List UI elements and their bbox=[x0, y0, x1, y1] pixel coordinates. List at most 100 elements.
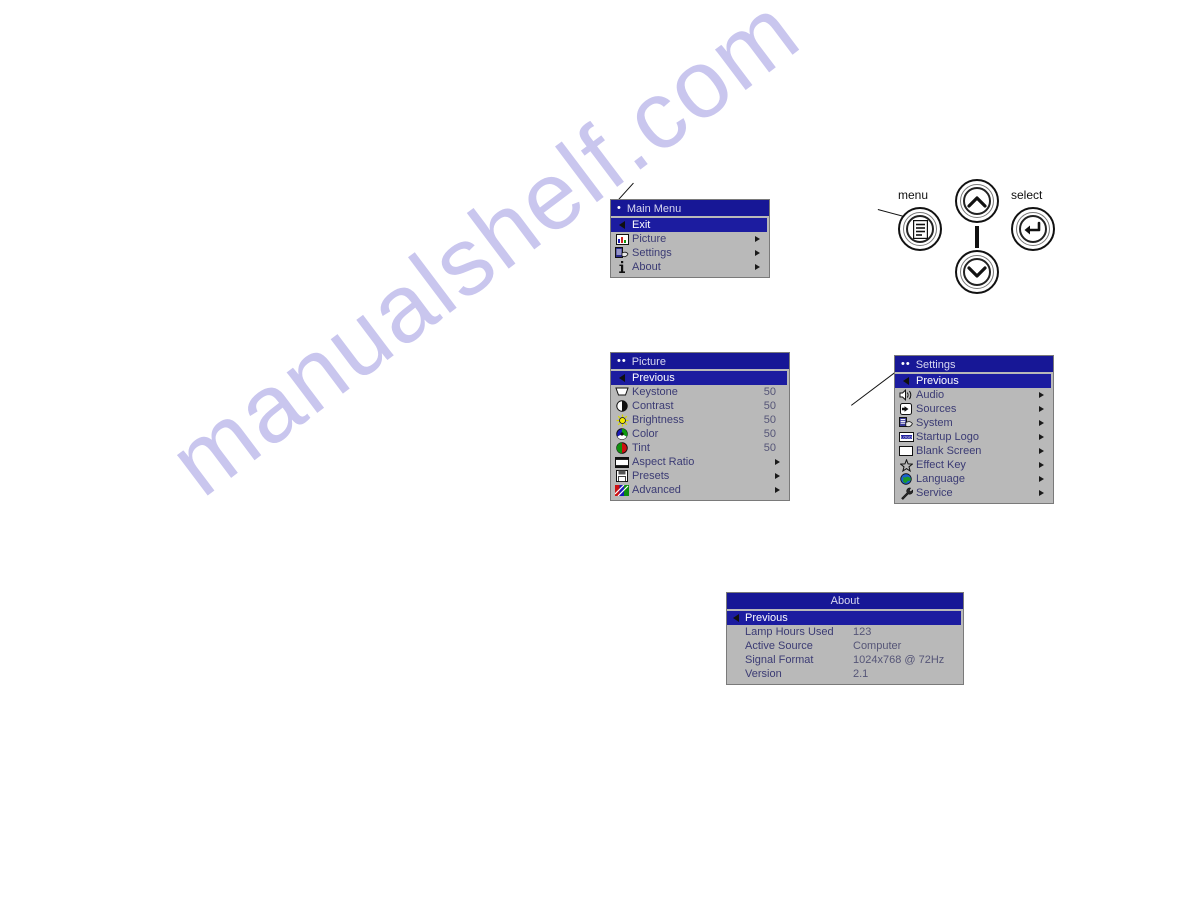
tint-icon bbox=[614, 442, 630, 454]
menu-button-label: menu bbox=[898, 188, 929, 202]
picture-menu-item-previous[interactable]: Previous bbox=[611, 371, 787, 385]
back-arrow-icon bbox=[898, 375, 914, 387]
main-menu-panel[interactable]: • Main Menu Exit Picture Settings About bbox=[610, 199, 770, 278]
picture-menu-item-value: 50 bbox=[763, 414, 776, 426]
settings-menu-item-audio[interactable]: Audio bbox=[895, 388, 1053, 402]
settings-menu-item-sources[interactable]: Sources bbox=[895, 402, 1053, 416]
settings-menu-panel[interactable]: •• Settings Previous Audio Sources Syste… bbox=[894, 355, 1054, 504]
settings-menu-title: Settings bbox=[915, 359, 956, 371]
menu-button[interactable] bbox=[898, 207, 942, 251]
picture-menu-item-label: Advanced bbox=[632, 484, 681, 496]
down-button[interactable] bbox=[955, 250, 999, 294]
title-dots: •• bbox=[901, 358, 911, 370]
about-menu-panel[interactable]: About Previous Lamp Hours Used 123 Activ… bbox=[726, 592, 964, 685]
picture-menu-item-value: 50 bbox=[763, 400, 776, 412]
main-menu-item-exit[interactable]: Exit bbox=[611, 218, 767, 232]
picture-menu-item-contrast[interactable]: Contrast 50 bbox=[611, 399, 789, 413]
aspect-ratio-icon bbox=[614, 456, 630, 468]
picture-menu-item-keystone[interactable]: Keystone 50 bbox=[611, 385, 789, 399]
picture-menu-item-aspect-ratio[interactable]: Aspect Ratio bbox=[611, 455, 789, 469]
select-button[interactable] bbox=[1011, 207, 1055, 251]
chevron-right-icon bbox=[1039, 490, 1044, 496]
picture-menu-items: Previous Keystone 50 Contrast 50 Brightn… bbox=[611, 369, 789, 500]
back-arrow-icon bbox=[614, 219, 630, 231]
picture-menu-item-brightness[interactable]: Brightness 50 bbox=[611, 413, 789, 427]
main-menu-title-bar: • Main Menu bbox=[611, 200, 769, 216]
about-menu-item-label: Active Source bbox=[745, 640, 813, 652]
about-menu-item-signal-format: Signal Format 1024x768 @ 72Hz bbox=[727, 653, 963, 667]
about-menu-item-value: 1024x768 @ 72Hz bbox=[853, 654, 945, 666]
chevron-right-icon bbox=[1039, 392, 1044, 398]
keypad-cluster: menu select bbox=[880, 170, 1080, 295]
settings-menu-item-label: Blank Screen bbox=[916, 445, 982, 457]
settings-menu-item-blank-screen[interactable]: Blank Screen bbox=[895, 444, 1053, 458]
settings-menu-item-label: Effect Key bbox=[916, 459, 966, 471]
picture-icon bbox=[614, 233, 630, 245]
back-arrow-icon bbox=[614, 372, 630, 384]
about-menu-item-active-source: Active Source Computer bbox=[727, 639, 963, 653]
star-icon bbox=[898, 458, 914, 472]
picture-menu-item-label: Color bbox=[632, 428, 659, 440]
about-menu-items: Previous Lamp Hours Used 123 Active Sour… bbox=[727, 609, 963, 684]
main-menu-item-picture[interactable]: Picture bbox=[611, 232, 769, 246]
settings-icon bbox=[614, 247, 630, 259]
chevron-right-icon bbox=[1039, 448, 1044, 454]
chevron-up-icon bbox=[957, 181, 997, 221]
picture-menu-item-label: Keystone bbox=[632, 386, 678, 398]
picture-menu-item-tint[interactable]: Tint 50 bbox=[611, 441, 789, 455]
picture-menu-item-label: Previous bbox=[632, 372, 675, 384]
about-menu-item-previous[interactable]: Previous bbox=[727, 611, 961, 625]
back-arrow-icon bbox=[729, 612, 743, 624]
main-menu-item-settings[interactable]: Settings bbox=[611, 246, 769, 260]
settings-menu-item-effect-key[interactable]: Effect Key bbox=[895, 458, 1053, 472]
main-menu-item-label: About bbox=[632, 261, 661, 273]
system-icon bbox=[898, 417, 914, 429]
about-menu-item-lamp-hours: Lamp Hours Used 123 bbox=[727, 625, 963, 639]
picture-menu-item-advanced[interactable]: Advanced bbox=[611, 483, 789, 497]
about-menu-item-label: Version bbox=[745, 668, 782, 680]
main-menu-item-about[interactable]: About bbox=[611, 260, 769, 274]
about-menu-item-label: Lamp Hours Used bbox=[745, 626, 834, 638]
about-menu-item-label: Previous bbox=[745, 612, 788, 624]
about-menu-item-version: Version 2.1 bbox=[727, 667, 963, 681]
picture-menu-item-color[interactable]: Color 50 bbox=[611, 427, 789, 441]
settings-menu-item-startup-logo[interactable]: LOGO Startup Logo bbox=[895, 430, 1053, 444]
picture-menu-item-presets[interactable]: Presets bbox=[611, 469, 789, 483]
main-menu-title: Main Menu bbox=[626, 203, 682, 215]
about-menu-item-value: Computer bbox=[853, 640, 902, 652]
svg-text:LOGO: LOGO bbox=[901, 435, 912, 439]
picture-menu-item-label: Presets bbox=[632, 470, 670, 482]
about-menu-title-bar: About bbox=[727, 593, 963, 609]
settings-menu-item-service[interactable]: Service bbox=[895, 486, 1053, 500]
picture-menu-title-bar: •• Picture bbox=[611, 353, 789, 369]
brightness-icon bbox=[614, 414, 630, 426]
keystone-icon bbox=[614, 386, 630, 398]
settings-menu-item-language[interactable]: Language bbox=[895, 472, 1053, 486]
contrast-icon bbox=[614, 400, 630, 412]
picture-menu-title: Picture bbox=[631, 356, 666, 368]
settings-menu-item-label: System bbox=[916, 417, 953, 429]
settings-menu-item-label: Service bbox=[916, 487, 953, 499]
settings-menu-item-label: Previous bbox=[916, 375, 959, 387]
settings-menu-item-system[interactable]: System bbox=[895, 416, 1053, 430]
about-menu-item-value: 123 bbox=[853, 626, 872, 638]
main-menu-item-label: Exit bbox=[632, 219, 651, 231]
picture-menu-item-label: Tint bbox=[632, 442, 650, 454]
up-button[interactable] bbox=[955, 179, 999, 223]
advanced-icon bbox=[614, 484, 630, 496]
picture-menu-panel[interactable]: •• Picture Previous Keystone 50 Contrast… bbox=[610, 352, 790, 501]
settings-menu-item-previous[interactable]: Previous bbox=[895, 374, 1051, 388]
chevron-right-icon bbox=[775, 487, 780, 493]
picture-menu-item-label: Aspect Ratio bbox=[632, 456, 695, 468]
settings-menu-item-label: Startup Logo bbox=[916, 431, 979, 443]
chevron-right-icon bbox=[1039, 476, 1044, 482]
chevron-right-icon bbox=[775, 459, 780, 465]
page-canvas: manualshelf.com • Main Menu Exit Picture… bbox=[0, 0, 1188, 918]
main-menu-item-label: Settings bbox=[632, 247, 672, 259]
settings-menu-items: Previous Audio Sources System LOGO Start… bbox=[895, 372, 1053, 503]
speaker-icon bbox=[898, 389, 914, 401]
